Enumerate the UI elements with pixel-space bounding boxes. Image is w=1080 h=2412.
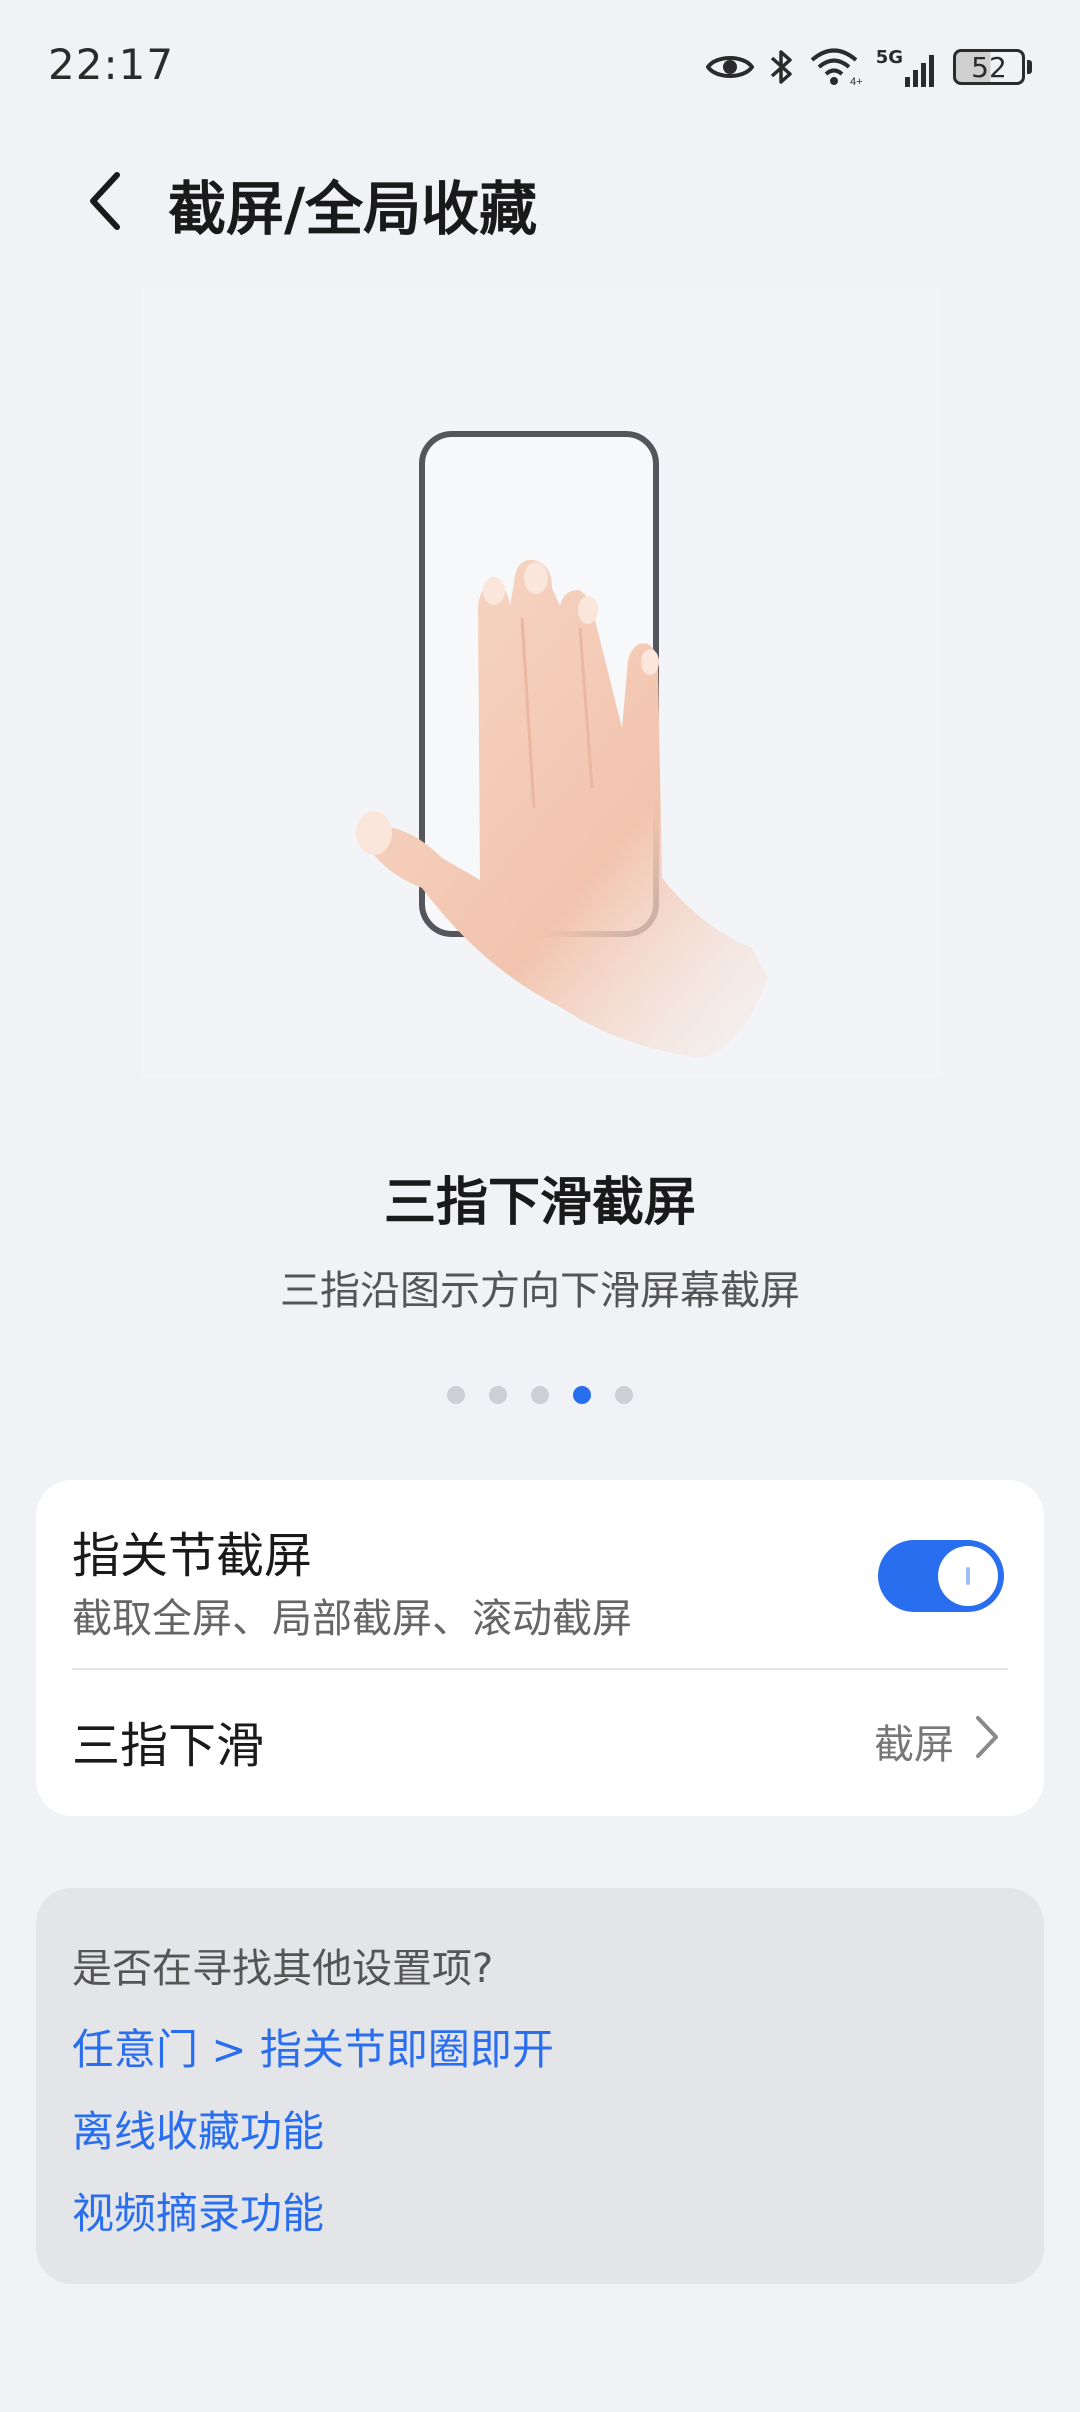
wifi-icon: 4+ [810, 48, 862, 87]
eye-icon [705, 56, 754, 78]
battery-icon: 52 [953, 49, 1032, 85]
bluetooth-icon [770, 50, 792, 84]
chevron-right-icon [976, 1716, 998, 1758]
page-indicator [0, 1386, 1080, 1404]
header: 截屏/全局收藏 [0, 136, 1080, 266]
knuckle-screenshot-subtitle: 截取全屏、局部截屏、滚动截屏 [72, 1596, 632, 1642]
gesture-title: 三指下滑截屏 [383, 1173, 696, 1233]
suggestions-question: 是否在寻找其他设置项? [72, 1946, 494, 1992]
toggle-knob [938, 1546, 998, 1606]
knuckle-screenshot-row[interactable]: 指关节截屏 截取全屏、局部截屏、滚动截屏 [36, 1480, 1044, 1668]
status-icons: 4+ 5G 52 [705, 42, 1032, 92]
link-video-excerpt[interactable]: 视频摘录功能 [72, 2180, 324, 2241]
page-dot-1[interactable] [447, 1386, 465, 1404]
page-dot-3[interactable] [531, 1386, 549, 1404]
signal-icon [905, 55, 934, 87]
hand-swipe-illustration [356, 431, 768, 1058]
back-button[interactable] [70, 166, 140, 236]
gesture-subtitle: 三指沿图示方向下滑屏幕截屏 [280, 1268, 800, 1314]
signal-indicator: 5G [876, 47, 939, 87]
link-anywhere-door-knuckle[interactable]: 任意门 > 指关节即圈即开 [72, 2016, 554, 2077]
battery-level: 52 [953, 49, 1025, 85]
link-offline-favorites[interactable]: 离线收藏功能 [72, 2098, 324, 2159]
nail-3 [578, 596, 598, 624]
page-dot-4-active[interactable] [573, 1386, 591, 1404]
suggestions-card: 是否在寻找其他设置项? 任意门 > 指关节即圈即开 离线收藏功能 视频摘录功能 [36, 1888, 1044, 2284]
status-time: 22:17 [48, 40, 175, 89]
network-label: 5G [875, 47, 903, 68]
battery-tip [1027, 60, 1032, 74]
gesture-illustration [142, 288, 942, 1078]
page-dot-2[interactable] [489, 1386, 507, 1404]
chevron-left-icon [90, 172, 120, 230]
svg-text:4+: 4+ [850, 76, 862, 87]
page-dot-5[interactable] [615, 1386, 633, 1404]
knuckle-screenshot-toggle[interactable] [878, 1540, 1004, 1612]
nail-2 [524, 562, 548, 594]
thumb-nail [356, 811, 392, 855]
three-finger-swipe-title: 三指下滑 [72, 1718, 265, 1774]
status-bar: 22:17 4+ 5G 52 [0, 0, 1080, 136]
nail-4 [641, 649, 659, 675]
page-title: 截屏/全局收藏 [168, 175, 538, 243]
three-finger-swipe-row[interactable]: 三指下滑 截屏 [36, 1670, 1044, 1816]
nail-1 [483, 577, 505, 605]
three-finger-swipe-value: 截屏 [874, 1722, 954, 1768]
knuckle-screenshot-title: 指关节截屏 [72, 1528, 313, 1584]
settings-card: 指关节截屏 截取全屏、局部截屏、滚动截屏 三指下滑 截屏 [36, 1480, 1044, 1816]
